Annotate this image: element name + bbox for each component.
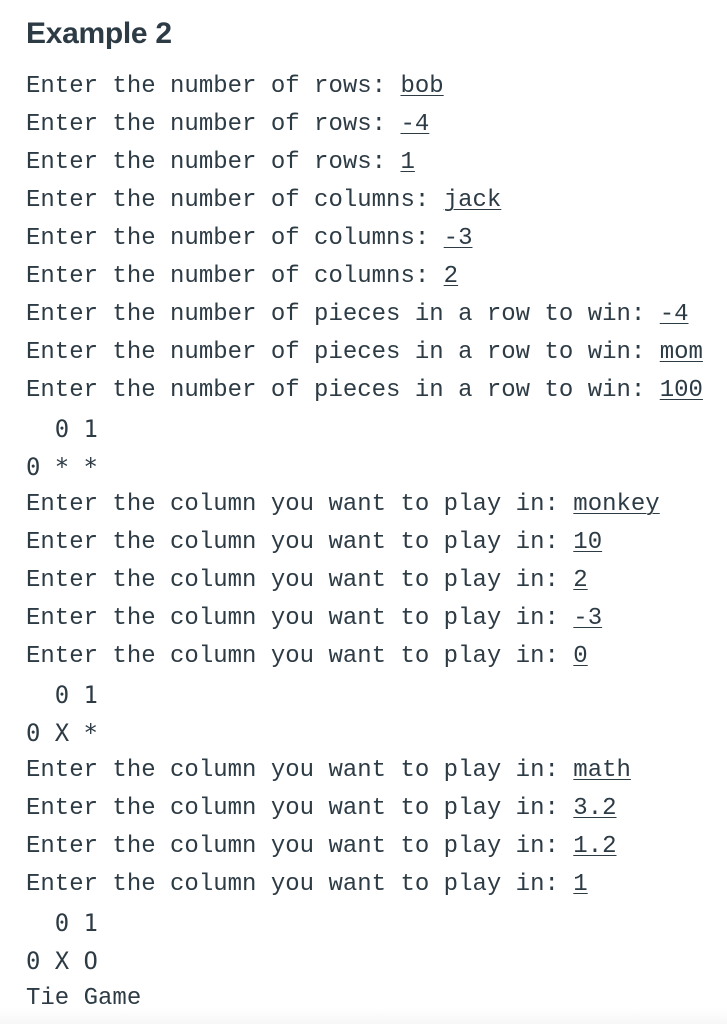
board-line: 0 1: [26, 909, 98, 937]
prompt-line: Enter the column you want to play in: -3: [26, 600, 703, 638]
user-input: jack: [443, 187, 502, 214]
prompt-text: Enter the number of columns:: [26, 225, 444, 252]
user-input: mom: [659, 339, 703, 366]
page-title: Example 2: [26, 17, 172, 50]
user-input: 100: [659, 377, 703, 404]
prompt-text: Enter the number of columns:: [26, 187, 444, 214]
user-input: monkey: [573, 491, 660, 518]
prompt-text: Enter the column you want to play in:: [26, 605, 574, 632]
user-input: -4: [659, 301, 689, 328]
prompt-text: Enter the number of pieces in a row to w…: [26, 377, 660, 404]
user-input: -4: [400, 111, 430, 138]
user-input: 1: [400, 149, 415, 176]
prompt-text: Enter the column you want to play in:: [26, 795, 574, 822]
prompt-line: Enter the column you want to play in: ma…: [26, 752, 703, 790]
prompt-line: Enter the number of pieces in a row to w…: [26, 296, 703, 334]
user-input: -3: [573, 605, 603, 632]
prompt-text: Enter the column you want to play in:: [26, 757, 574, 784]
user-input: math: [573, 757, 631, 784]
prompt-line: Enter the number of columns: 2: [26, 258, 703, 296]
prompt-line: Enter the number of columns: -3: [26, 220, 703, 258]
prompt-text: Enter the number of rows:: [26, 111, 401, 138]
prompt-line: Enter the column you want to play in: 10: [26, 524, 703, 562]
prompt-line: Enter the number of pieces in a row to w…: [26, 372, 703, 410]
user-input: bob: [400, 73, 444, 100]
prompt-line: Enter the number of columns: jack: [26, 182, 703, 220]
board-line: 0 1: [26, 681, 98, 709]
prompt-text: Enter the number of rows:: [26, 73, 401, 100]
board-line: 0 X O: [26, 947, 98, 975]
prompt-line: Enter the column you want to play in: mo…: [26, 486, 703, 524]
prompt-text: Enter the column you want to play in:: [26, 871, 574, 898]
prompt-text: Enter the column you want to play in:: [26, 643, 574, 670]
prompt-text: Enter the column you want to play in:: [26, 491, 574, 518]
prompt-text: Enter the number of rows:: [26, 149, 401, 176]
prompt-line: Enter the number of rows: bob: [26, 68, 703, 106]
prompt-line: Enter the column you want to play in: 0: [26, 638, 703, 676]
board-line: 0 1: [26, 415, 98, 443]
user-input: 3.2: [573, 795, 617, 822]
prompt-line: Enter the number of rows: -4: [26, 106, 703, 144]
prompt-text: Enter the column you want to play in:: [26, 567, 574, 594]
prompt-text: Enter the number of columns:: [26, 263, 444, 290]
user-input: 10: [573, 529, 603, 556]
prompt-text: Enter the column you want to play in:: [26, 529, 574, 556]
prompt-text: Enter the column you want to play in:: [26, 833, 574, 860]
user-input: 1: [573, 871, 588, 898]
console-transcript: Enter the number of rows: bob Enter the n…: [26, 68, 703, 1018]
prompt-text: Enter the number of pieces in a row to w…: [26, 339, 660, 366]
prompt-line: Enter the column you want to play in: 3.…: [26, 790, 703, 828]
board-line: 0 * *: [26, 453, 98, 481]
user-input: 2: [443, 263, 459, 290]
prompt-line: Enter the column you want to play in: 1.…: [26, 828, 703, 866]
user-input: -3: [443, 225, 473, 252]
board-line: 0 X *: [26, 719, 98, 747]
user-input: 1.2: [573, 833, 617, 860]
prompt-line: Enter the column you want to play in: 1: [26, 866, 703, 904]
example-page: Example 2 Enter the number of rows: bob E…: [0, 0, 727, 1024]
prompt-text: Enter the number of pieces in a row to w…: [26, 301, 660, 328]
user-input: 0: [573, 643, 588, 670]
prompt-line: Enter the number of rows: 1: [26, 144, 703, 182]
prompt-line: Enter the number of pieces in a row to w…: [26, 334, 703, 372]
bottom-edge: [0, 1008, 727, 1024]
user-input: 2: [573, 567, 588, 594]
prompt-line: Enter the column you want to play in: 2: [26, 562, 703, 600]
